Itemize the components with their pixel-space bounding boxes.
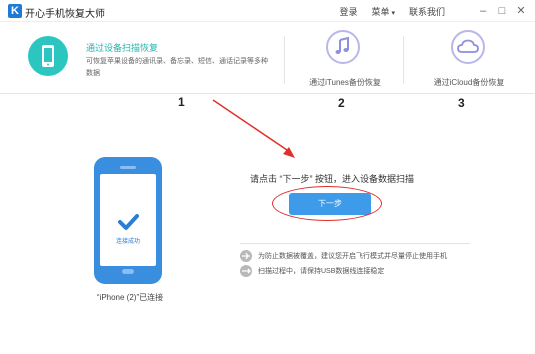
app-title: 开心手机恢复大师: [25, 9, 105, 20]
cloud-icon: [451, 30, 485, 64]
annotation-highlight: [272, 186, 382, 221]
usb-icon: [240, 265, 252, 277]
mode-title: 通过iTunes备份恢复: [309, 78, 381, 87]
mode-description: 可恢复苹果设备的通讯录、备忘录、短信、通话记录等多种数据: [86, 58, 268, 77]
connection-status: 连接成功: [115, 239, 140, 245]
annotation-number: 2: [338, 96, 345, 110]
device-illustration: 连接成功: [94, 157, 162, 284]
device-caption: “iPhone (2)”已连接: [96, 293, 164, 302]
note-usb: 扫描过程中，请保持USB数据线连接稳定: [240, 265, 384, 277]
chevron-down-icon: ▾: [391, 10, 395, 17]
title-bar: K 开心手机恢复大师 登录 菜单 ▾ 联系我们 – □ ✕: [0, 0, 535, 22]
instruction-text: 请点击 “下一步” 按钮，进入设备数据扫描: [250, 174, 414, 184]
close-button[interactable]: ✕: [513, 4, 529, 18]
mode-title: 通过设备扫描恢复: [86, 43, 159, 53]
note-text: 扫描过程中，请保持USB数据线连接稳定: [258, 268, 385, 275]
login-link[interactable]: 登录: [339, 5, 357, 18]
note-text: 为防止数据被覆盖，建议您开启飞行模式并尽量停止使用手机: [258, 253, 447, 260]
mode-title: 通过iCloud备份恢复: [433, 78, 505, 87]
phone-icon: [28, 36, 68, 76]
contact-link[interactable]: 联系我们: [409, 5, 445, 18]
app-logo: K: [8, 4, 22, 18]
top-menu: 登录 菜单 ▾ 联系我们: [339, 5, 445, 18]
annotation-number: 1: [178, 95, 185, 109]
menu-dropdown[interactable]: 菜单 ▾: [371, 5, 395, 18]
phone-home-button: [122, 269, 134, 274]
note-airplane-mode: 为防止数据被覆盖，建议您开启飞行模式并尽量停止使用手机: [240, 250, 447, 262]
music-note-icon: [326, 30, 360, 64]
recovery-mode-panel: 通过设备扫描恢复 可恢复苹果设备的通讯录、备忘录、短信、通话记录等多种数据 通过…: [0, 22, 535, 94]
phone-screen: 连接成功: [100, 174, 156, 266]
menu-label: 菜单: [371, 7, 390, 17]
divider: [240, 243, 470, 244]
minimize-button[interactable]: –: [475, 4, 491, 18]
phone-speaker: [120, 166, 136, 169]
checkmark-icon: [118, 214, 139, 230]
airplane-icon: [240, 250, 252, 262]
maximize-button[interactable]: □: [494, 4, 510, 18]
annotation-number: 3: [458, 96, 465, 110]
